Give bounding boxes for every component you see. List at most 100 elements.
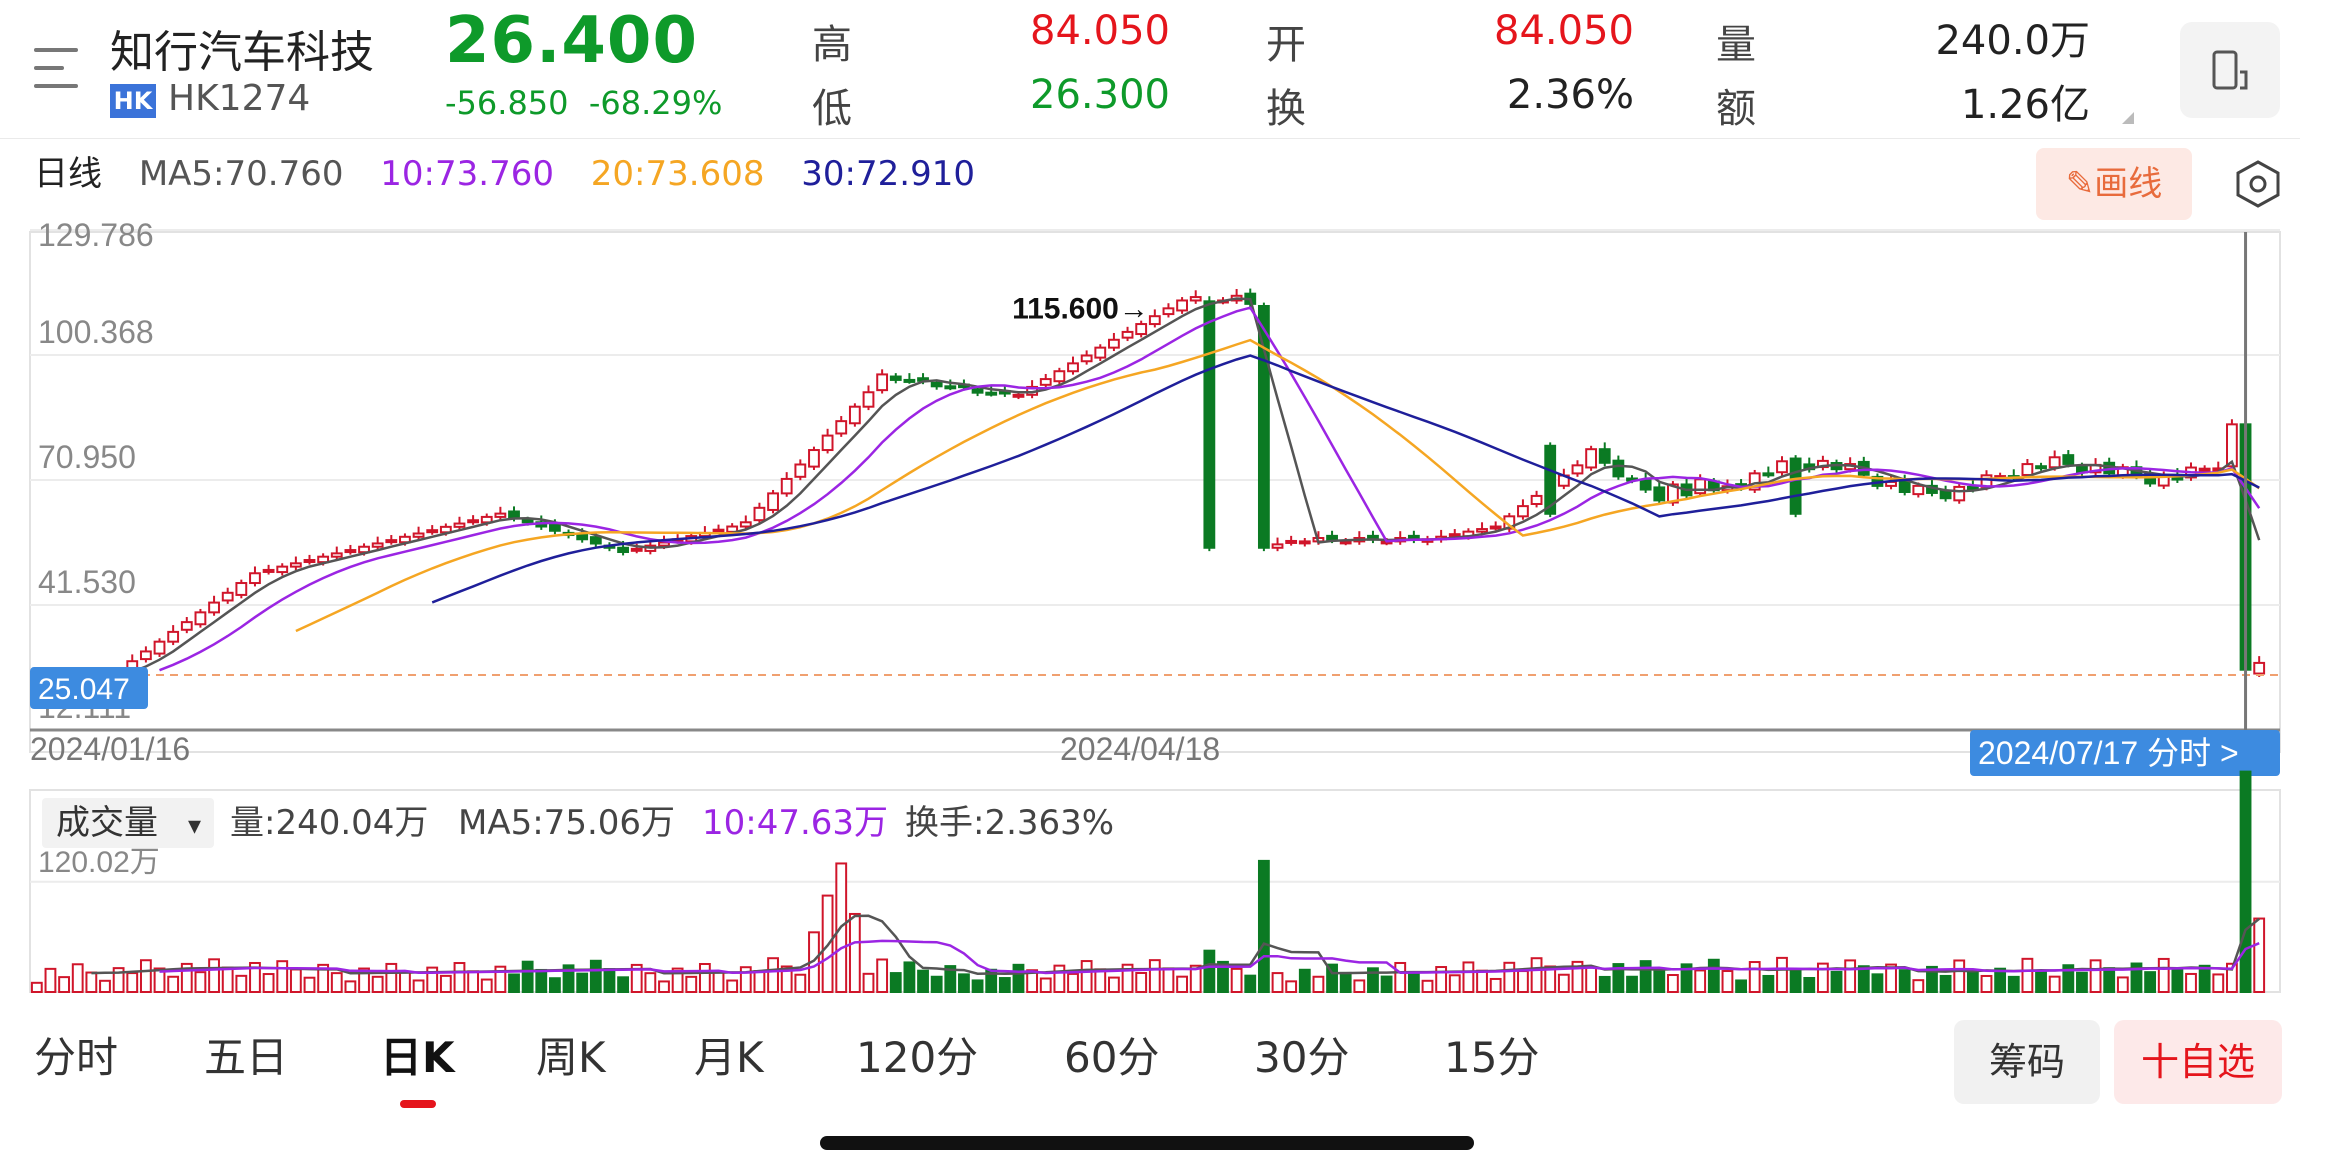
- candle-down: [944, 385, 957, 390]
- volume-bar-up: [1476, 969, 1488, 993]
- volume-bar-up: [1148, 959, 1161, 994]
- ma30-label: 30:72.910: [801, 154, 975, 194]
- date-intraday-button[interactable]: 2024/07/17 分时 >: [1970, 730, 2280, 776]
- ma20-line: [295, 338, 2260, 633]
- hexagon-settings-icon[interactable]: [2230, 156, 2286, 212]
- tab-15min[interactable]: 15分: [1444, 1024, 1539, 1085]
- candle-up: [1298, 540, 1311, 545]
- tab-five-day[interactable]: 五日: [204, 1024, 288, 1085]
- candle-up: [494, 512, 507, 518]
- current-price: 26.400: [445, 4, 698, 78]
- tab-monthly-k[interactable]: 月K: [694, 1024, 764, 1085]
- volume-bar-up: [1557, 973, 1570, 993]
- volume-bar-down: [2007, 975, 2020, 994]
- volume-bar-down: [1966, 971, 1979, 993]
- volume-bar-down: [2239, 770, 2252, 993]
- volume-bar-down: [2144, 971, 2157, 993]
- volume-bar-up: [1585, 966, 1598, 993]
- volume-bar-up: [480, 978, 493, 993]
- current-price-label: 25.047: [38, 673, 130, 706]
- candle-up: [1135, 323, 1148, 336]
- volume-bar-up: [1517, 970, 1529, 993]
- volume-bar-down: [1380, 975, 1393, 993]
- tab-60min[interactable]: 60分: [1064, 1024, 1159, 1085]
- ma10-label: 10:73.760: [380, 154, 554, 194]
- candle-down: [2062, 454, 2075, 465]
- volume-bar-up: [2089, 959, 2102, 993]
- volume-bar-up: [644, 972, 657, 993]
- candle-down: [1639, 478, 1652, 491]
- candle-up: [848, 405, 861, 425]
- add-favorite-button[interactable]: 十自选: [2114, 1020, 2282, 1104]
- kline-chart[interactable]: 129.786100.36870.95041.53012.11125.04711…: [0, 220, 2340, 1000]
- volume-bar-up: [467, 970, 480, 994]
- volume-bar-up: [439, 974, 452, 993]
- volume-bar-up: [412, 979, 425, 994]
- candle-up: [2048, 456, 2061, 469]
- candle-up: [2226, 423, 2238, 468]
- high-annotation: 115.600→: [1012, 292, 1149, 325]
- volume-bar-up: [726, 979, 739, 993]
- high-label: 高: [812, 22, 852, 68]
- header-divider: [0, 138, 2300, 139]
- volume-bar-down: [2076, 971, 2088, 993]
- volume-ma5-label: MA5:75.06万: [458, 803, 675, 843]
- volume-bar-up: [303, 976, 316, 993]
- volume-bar-down: [1707, 958, 1720, 993]
- volume-bar-down: [1735, 979, 1747, 993]
- low-label: 低: [812, 86, 852, 132]
- volume-bar-up: [2185, 972, 2197, 993]
- candle-up: [1694, 478, 1707, 495]
- candle-up: [303, 559, 316, 564]
- candle-up: [1448, 533, 1461, 538]
- y-tick-label: 70.950: [38, 439, 136, 475]
- candle-up: [344, 549, 357, 554]
- volume-bar-down: [1898, 969, 1911, 993]
- candle-down: [576, 534, 589, 541]
- volume-bar-up: [99, 979, 111, 993]
- tab-30min[interactable]: 30分: [1254, 1024, 1349, 1085]
- candle-up: [221, 591, 234, 602]
- ma5-label: MA5:70.760: [138, 154, 344, 194]
- volume-bar-down: [1939, 974, 1952, 994]
- expand-corner-icon[interactable]: [2122, 112, 2134, 124]
- candle-up: [862, 391, 875, 408]
- candle-up: [835, 420, 848, 435]
- chip-distribution-button[interactable]: 筹码: [1954, 1020, 2100, 1104]
- volume-bar-down: [971, 979, 984, 993]
- volume-bar-up: [235, 974, 248, 994]
- candle-down: [2035, 465, 2047, 470]
- volume-bar-up: [58, 976, 70, 993]
- open-label: 开: [1266, 22, 1306, 68]
- period-label: 日线: [34, 154, 102, 194]
- candle-up: [2198, 467, 2211, 472]
- tab-120min[interactable]: 120分: [856, 1024, 978, 1085]
- candle-up: [1571, 464, 1584, 475]
- candle-down: [1598, 448, 1611, 464]
- volume-bar-up: [658, 980, 670, 994]
- ma-indicator-row: 日线 MA5:70.760 10:73.760 20:73.608 30:72.…: [34, 146, 1001, 195]
- pencil-icon: ✎: [2065, 164, 2095, 204]
- tab-weekly-k[interactable]: 周K: [536, 1024, 606, 1085]
- candle-up: [630, 547, 643, 552]
- volume-bar-down: [1598, 975, 1611, 994]
- tab-intraday[interactable]: 分时: [34, 1024, 118, 1085]
- tab-daily-k[interactable]: 日K: [380, 1024, 455, 1085]
- draw-line-button[interactable]: ✎画线: [2036, 148, 2192, 220]
- volume-bar-down: [576, 972, 589, 993]
- volume-bar-down: [521, 960, 534, 994]
- device-toggle-button[interactable]: [2180, 22, 2280, 118]
- volume-bar-up: [1694, 969, 1707, 994]
- candle-up: [753, 506, 766, 522]
- volume-bar-up: [2253, 917, 2266, 994]
- candle-down: [1612, 459, 1625, 478]
- period-tabs: 分时 五日 日K 周K 月K 120分 60分 30分 15分: [0, 1000, 1640, 1110]
- menu-icon[interactable]: [34, 44, 84, 94]
- volume-bar-up: [399, 971, 411, 993]
- volume-bar-up: [453, 962, 466, 993]
- volume-ma10-label: 10:47.63万: [702, 803, 888, 843]
- candle-up: [808, 449, 820, 468]
- stock-code: HK1274: [168, 78, 311, 119]
- candle-up: [330, 552, 343, 558]
- volume-bar-down: [617, 976, 629, 993]
